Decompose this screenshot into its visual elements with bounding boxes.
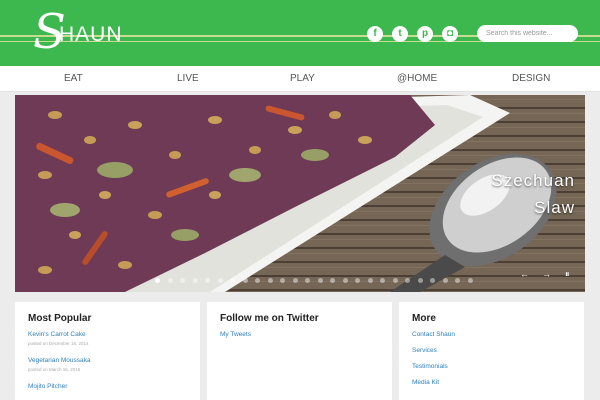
widget-twitter: Follow me on Twitter My Tweets — [207, 302, 392, 400]
search-input[interactable] — [477, 25, 578, 42]
nav-item-play[interactable]: PLAY — [290, 66, 315, 92]
slider-dot[interactable] — [367, 278, 373, 283]
slider-dot[interactable] — [167, 278, 173, 283]
slider-dot[interactable] — [392, 278, 398, 283]
slider-dot[interactable] — [230, 278, 235, 283]
site-header: S HAUN f t p ◘ — [0, 0, 600, 66]
nav-item-live[interactable]: LIVE — [177, 66, 199, 92]
twitter-icon[interactable]: t — [392, 26, 408, 42]
post-date: posted on December 16, 2014 — [28, 341, 89, 346]
post-date: posted on March 16, 2015 — [28, 367, 81, 372]
popular-post-link[interactable]: Mojito Pitcher — [28, 383, 187, 390]
slider-dot[interactable] — [342, 278, 348, 283]
slider-dot[interactable] — [280, 278, 285, 283]
more-link-services[interactable]: Services — [412, 347, 571, 354]
slider-dot[interactable] — [305, 278, 310, 283]
instagram-icon[interactable]: ◘ — [442, 26, 458, 42]
more-link-media-kit[interactable]: Media Kit — [412, 379, 571, 386]
slider-dot[interactable] — [442, 278, 448, 283]
widget-more: More Contact Shaun Services Testimonials… — [399, 302, 584, 400]
slider-dot[interactable] — [205, 278, 210, 283]
slider-next-button[interactable]: → — [542, 269, 551, 279]
main-nav: EAT LIVE PLAY @HOME DESIGN — [0, 66, 600, 92]
featured-slider[interactable]: Szechuan Slaw ← → ⏸ — [15, 95, 585, 292]
slider-dot[interactable] — [417, 278, 423, 283]
slider-dot[interactable] — [455, 278, 460, 283]
nav-item-design[interactable]: DESIGN — [512, 66, 550, 92]
widget-title: Most Popular — [28, 313, 92, 324]
slider-dot[interactable] — [292, 278, 298, 283]
slider-dot[interactable] — [180, 278, 185, 283]
slider-dot[interactable] — [255, 278, 260, 283]
slider-dot[interactable] — [467, 278, 473, 283]
logo-text: HAUN — [59, 23, 123, 46]
pinterest-icon[interactable]: p — [417, 26, 433, 42]
slider-dot[interactable] — [380, 278, 385, 283]
slide-title[interactable]: Szechuan Slaw — [491, 167, 575, 221]
widget-most-popular: Most Popular Kevin's Carrot Cake posted … — [15, 302, 200, 400]
more-link-testimonials[interactable]: Testimonials — [412, 363, 571, 370]
nav-item-home[interactable]: @HOME — [397, 66, 437, 92]
popular-post-link[interactable]: Kevin's Carrot Cake — [28, 331, 187, 338]
slider-dot[interactable] — [330, 278, 335, 283]
slider-dot[interactable] — [192, 278, 198, 283]
widget-title: Follow me on Twitter — [220, 313, 319, 324]
slider-dot[interactable] — [355, 278, 360, 283]
slide-title-line1: Szechuan — [491, 171, 575, 190]
site-logo[interactable]: S HAUN — [33, 6, 123, 58]
slider-dot[interactable] — [242, 278, 248, 283]
slider-dot[interactable] — [217, 278, 223, 283]
widget-title: More — [412, 313, 436, 324]
popular-post-link[interactable]: Vegetarian Moussaka — [28, 357, 187, 364]
my-tweets-link[interactable]: My Tweets — [220, 331, 379, 338]
slider-dot[interactable] — [405, 278, 410, 283]
slider-dot[interactable] — [430, 278, 435, 283]
slide-title-line2: Slaw — [534, 198, 575, 217]
slider-dot[interactable] — [317, 278, 323, 283]
more-link-contact[interactable]: Contact Shaun — [412, 331, 571, 338]
facebook-icon[interactable]: f — [367, 26, 383, 42]
slider-dot[interactable] — [155, 278, 160, 283]
slider-dot[interactable] — [267, 278, 273, 283]
nav-item-eat[interactable]: EAT — [64, 66, 83, 92]
slider-pause-button[interactable]: ⏸ — [565, 269, 570, 280]
slider-prev-button[interactable]: ← — [520, 269, 529, 279]
